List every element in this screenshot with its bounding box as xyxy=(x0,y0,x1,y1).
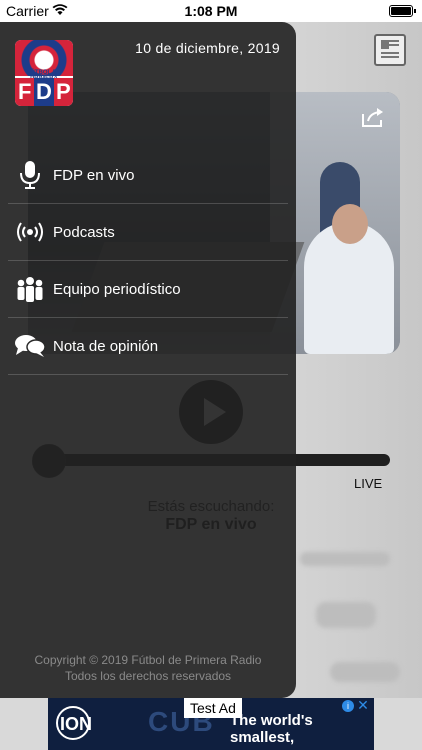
close-icon[interactable]: ✕ xyxy=(356,698,370,712)
team-icon xyxy=(10,273,50,305)
drawer-footer: Copyright © 2019 Fútbol de Primera Radio… xyxy=(0,652,296,684)
ad-brand-logo: ION xyxy=(56,706,112,740)
test-ad-label: Test Ad xyxy=(184,698,242,718)
broadcast-icon xyxy=(10,216,50,248)
live-label: LIVE xyxy=(354,476,383,491)
chat-bubbles-icon xyxy=(10,330,50,362)
logo-letter-p: P xyxy=(53,78,73,106)
microphone-icon xyxy=(10,159,50,191)
ad-banner[interactable]: ION CUB The world's smallest, Test Ad i … xyxy=(48,698,374,750)
menu-item-podcasts[interactable]: Podcasts xyxy=(8,204,288,261)
logo-letter-f: F xyxy=(15,78,35,106)
battery-icon xyxy=(389,5,416,17)
info-icon[interactable]: i xyxy=(342,700,354,712)
status-bar: Carrier 1:08 PM xyxy=(0,0,422,22)
fdp-logo: FÚTBOL DE PRIMERA F D P xyxy=(15,40,73,106)
drawer-menu: FDP en vivo Podcasts Equipo periodístico… xyxy=(8,147,288,375)
clock: 1:08 PM xyxy=(184,3,238,19)
side-drawer: FÚTBOL DE PRIMERA F D P 10 de diciembre,… xyxy=(0,22,296,698)
menu-item-label: Nota de opinión xyxy=(53,337,159,355)
rights-text: Todos los derechos reservados xyxy=(64,669,232,683)
menu-item-live[interactable]: FDP en vivo xyxy=(8,147,288,204)
menu-item-label: Podcasts xyxy=(53,223,115,241)
newspaper-icon[interactable] xyxy=(374,34,406,66)
share-icon[interactable] xyxy=(360,106,386,128)
menu-item-team[interactable]: Equipo periodístico xyxy=(8,261,288,318)
menu-item-label: FDP en vivo xyxy=(53,166,135,184)
ad-tagline: The world's smallest, xyxy=(230,712,313,746)
logo-letter-d: D xyxy=(34,78,54,106)
menu-item-label: Equipo periodístico xyxy=(53,280,181,298)
current-date: 10 de diciembre, 2019 xyxy=(135,40,280,56)
copyright-text: Copyright © 2019 Fútbol de Primera Radio xyxy=(34,653,262,667)
menu-item-opinion[interactable]: Nota de opinión xyxy=(8,318,288,375)
